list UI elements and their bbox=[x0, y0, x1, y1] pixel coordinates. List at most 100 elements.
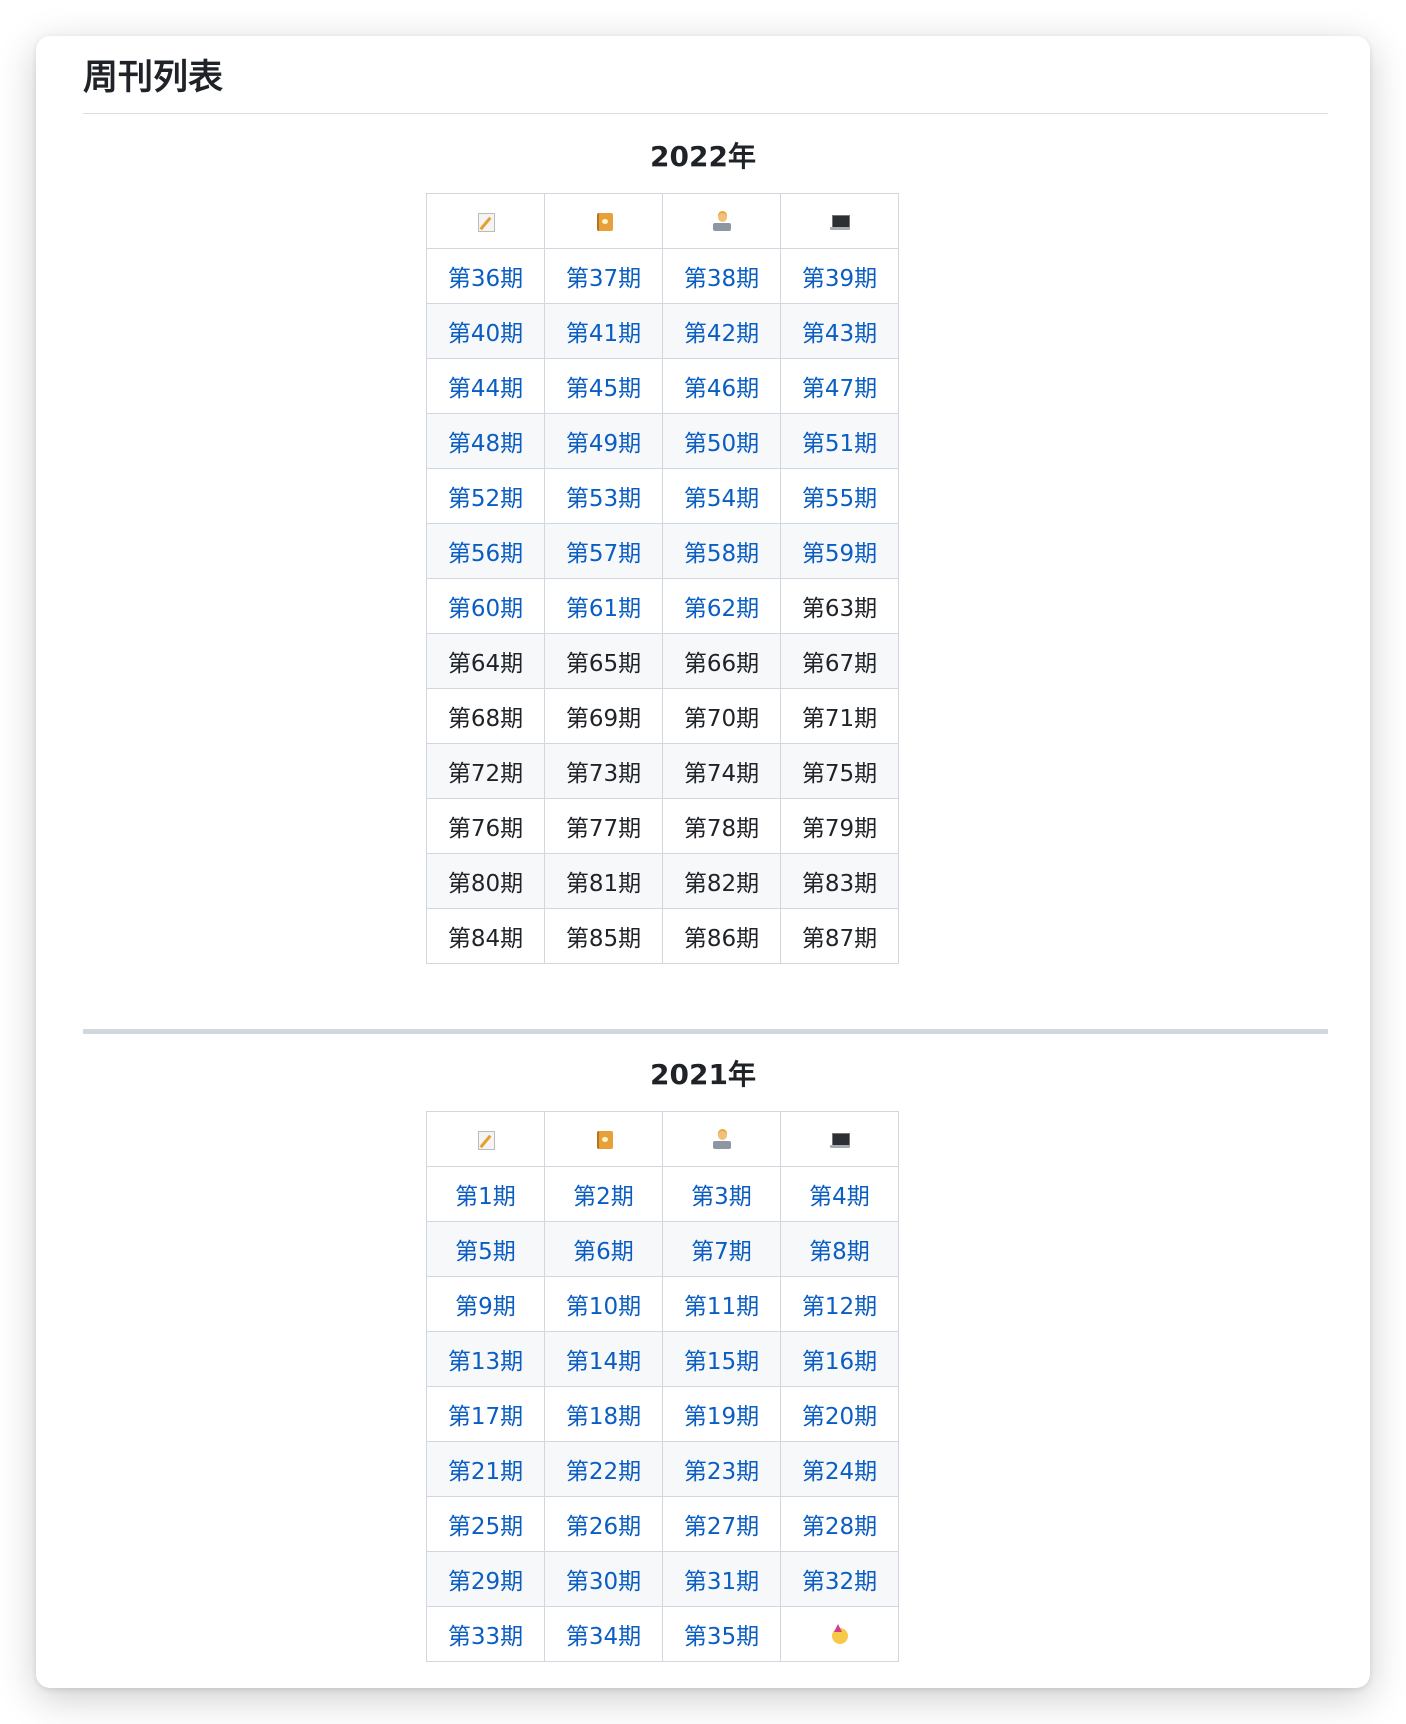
issue-cell: 第22期 bbox=[544, 1441, 663, 1497]
issue-cell: 第37期 bbox=[544, 248, 663, 304]
table-row: 第29期 第30期 第31期 第32期 bbox=[426, 1551, 899, 1607]
issue-cell: 第72期 bbox=[426, 743, 545, 799]
issue-link[interactable]: 第57期 bbox=[566, 541, 641, 567]
issue-link[interactable]: 第42期 bbox=[684, 321, 759, 347]
issue-link[interactable]: 第52期 bbox=[448, 486, 523, 512]
issue-link[interactable]: 第47期 bbox=[802, 376, 877, 402]
issue-link[interactable]: 第51期 bbox=[802, 431, 877, 457]
issue-link[interactable]: 第49期 bbox=[566, 431, 641, 457]
issue-link[interactable]: 第8期 bbox=[809, 1239, 870, 1265]
issue-link[interactable]: 第12期 bbox=[802, 1294, 877, 1320]
table-row: 第36期 第37期 第38期 第39期 bbox=[426, 248, 899, 304]
issue-link[interactable]: 第20期 bbox=[802, 1404, 877, 1430]
issue-link[interactable]: 第39期 bbox=[802, 266, 877, 292]
issue-link[interactable]: 第62期 bbox=[684, 596, 759, 622]
issue-cell: 第50期 bbox=[662, 413, 781, 469]
issue-cell: 第53期 bbox=[544, 468, 663, 524]
issue-link[interactable]: 第16期 bbox=[802, 1349, 877, 1375]
table-row: 第64期 第65期 第66期 第67期 bbox=[426, 633, 899, 689]
issue-link[interactable]: 第35期 bbox=[684, 1624, 759, 1650]
issue-link[interactable]: 第23期 bbox=[684, 1459, 759, 1485]
issue-link[interactable]: 第34期 bbox=[566, 1624, 641, 1650]
issue-text: 第87期 bbox=[801, 926, 878, 952]
issue-link[interactable]: 第50期 bbox=[684, 431, 759, 457]
issue-link[interactable]: 第40期 bbox=[448, 321, 523, 347]
issue-link[interactable]: 第28期 bbox=[802, 1514, 877, 1540]
issue-link[interactable]: 第60期 bbox=[448, 596, 523, 622]
issue-link[interactable]: 第5期 bbox=[455, 1239, 516, 1265]
issue-link[interactable]: 第17期 bbox=[448, 1404, 523, 1430]
icon-header-row bbox=[426, 193, 899, 249]
issue-link[interactable]: 第14期 bbox=[566, 1349, 641, 1375]
issue-cell: 第45期 bbox=[544, 358, 663, 414]
issue-link[interactable]: 第46期 bbox=[684, 376, 759, 402]
issue-text: 第66期 bbox=[683, 651, 760, 677]
issue-link[interactable]: 第37期 bbox=[566, 266, 641, 292]
issue-link[interactable]: 第48期 bbox=[448, 431, 523, 457]
issue-link[interactable]: 第31期 bbox=[684, 1569, 759, 1595]
issue-cell: 第84期 bbox=[426, 908, 545, 964]
issue-link[interactable]: 第7期 bbox=[691, 1239, 752, 1265]
book-icon bbox=[594, 1130, 614, 1150]
issue-link[interactable]: 第58期 bbox=[684, 541, 759, 567]
issue-link[interactable]: 第33期 bbox=[448, 1624, 523, 1650]
issue-cell: 第28期 bbox=[780, 1496, 899, 1552]
issue-cell: 第58期 bbox=[662, 523, 781, 579]
issue-link[interactable]: 第25期 bbox=[448, 1514, 523, 1540]
issue-cell: 第80期 bbox=[426, 853, 545, 909]
issue-link[interactable]: 第13期 bbox=[448, 1349, 523, 1375]
issue-link[interactable]: 第61期 bbox=[566, 596, 641, 622]
issue-link[interactable]: 第45期 bbox=[566, 376, 641, 402]
issue-link[interactable]: 第10期 bbox=[566, 1294, 641, 1320]
issue-text: 第86期 bbox=[683, 926, 760, 952]
issue-cell: 第20期 bbox=[780, 1386, 899, 1442]
issue-link[interactable]: 第32期 bbox=[802, 1569, 877, 1595]
issue-link[interactable]: 第36期 bbox=[448, 266, 523, 292]
issue-text: 第85期 bbox=[565, 926, 642, 952]
issue-link[interactable]: 第6期 bbox=[573, 1239, 634, 1265]
issue-link[interactable]: 第26期 bbox=[566, 1514, 641, 1540]
issue-link[interactable]: 第43期 bbox=[802, 321, 877, 347]
issue-link[interactable]: 第30期 bbox=[566, 1569, 641, 1595]
issue-link[interactable]: 第56期 bbox=[448, 541, 523, 567]
issue-link[interactable]: 第24期 bbox=[802, 1459, 877, 1485]
issue-link[interactable]: 第1期 bbox=[455, 1184, 516, 1210]
table-row: 第33期 第34期 第35期 bbox=[426, 1606, 899, 1662]
issue-link[interactable]: 第21期 bbox=[448, 1459, 523, 1485]
issue-link[interactable]: 第22期 bbox=[566, 1459, 641, 1485]
issue-text: 第69期 bbox=[565, 706, 642, 732]
issue-text: 第63期 bbox=[801, 596, 878, 622]
table-row: 第25期 第26期 第27期 第28期 bbox=[426, 1496, 899, 1552]
issue-link[interactable]: 第59期 bbox=[802, 541, 877, 567]
issue-link[interactable]: 第2期 bbox=[573, 1184, 634, 1210]
issue-cell: 第19期 bbox=[662, 1386, 781, 1442]
issue-text: 第84期 bbox=[447, 926, 524, 952]
year-divider bbox=[83, 1029, 1328, 1034]
issue-link[interactable]: 第4期 bbox=[809, 1184, 870, 1210]
issue-text: 第79期 bbox=[801, 816, 878, 842]
issue-link[interactable]: 第9期 bbox=[455, 1294, 516, 1320]
table-row: 第60期 第61期 第62期 第63期 bbox=[426, 578, 899, 634]
issue-cell: 第76期 bbox=[426, 798, 545, 854]
issues-table-2022: 第36期 第37期 第38期 第39期第40期 第41期 第42期 第43期第44期 第45期… bbox=[426, 193, 899, 964]
issue-cell: 第77期 bbox=[544, 798, 663, 854]
issue-cell: 第86期 bbox=[662, 908, 781, 964]
issue-link[interactable]: 第54期 bbox=[684, 486, 759, 512]
issue-link[interactable]: 第15期 bbox=[684, 1349, 759, 1375]
issue-link[interactable]: 第3期 bbox=[691, 1184, 752, 1210]
issue-link[interactable]: 第41期 bbox=[566, 321, 641, 347]
issue-link[interactable]: 第27期 bbox=[684, 1514, 759, 1540]
issue-text: 第83期 bbox=[801, 871, 878, 897]
issue-link[interactable]: 第55期 bbox=[802, 486, 877, 512]
issue-cell: 第7期 bbox=[662, 1221, 781, 1277]
issue-link[interactable]: 第19期 bbox=[684, 1404, 759, 1430]
issue-cell: 第51期 bbox=[780, 413, 899, 469]
issue-link[interactable]: 第29期 bbox=[448, 1569, 523, 1595]
issue-link[interactable]: 第38期 bbox=[684, 266, 759, 292]
issue-link[interactable]: 第11期 bbox=[684, 1294, 759, 1320]
issue-link[interactable]: 第44期 bbox=[448, 376, 523, 402]
issue-cell: 第56期 bbox=[426, 523, 545, 579]
issue-cell: 第12期 bbox=[780, 1276, 899, 1332]
issue-link[interactable]: 第18期 bbox=[566, 1404, 641, 1430]
issue-link[interactable]: 第53期 bbox=[566, 486, 641, 512]
